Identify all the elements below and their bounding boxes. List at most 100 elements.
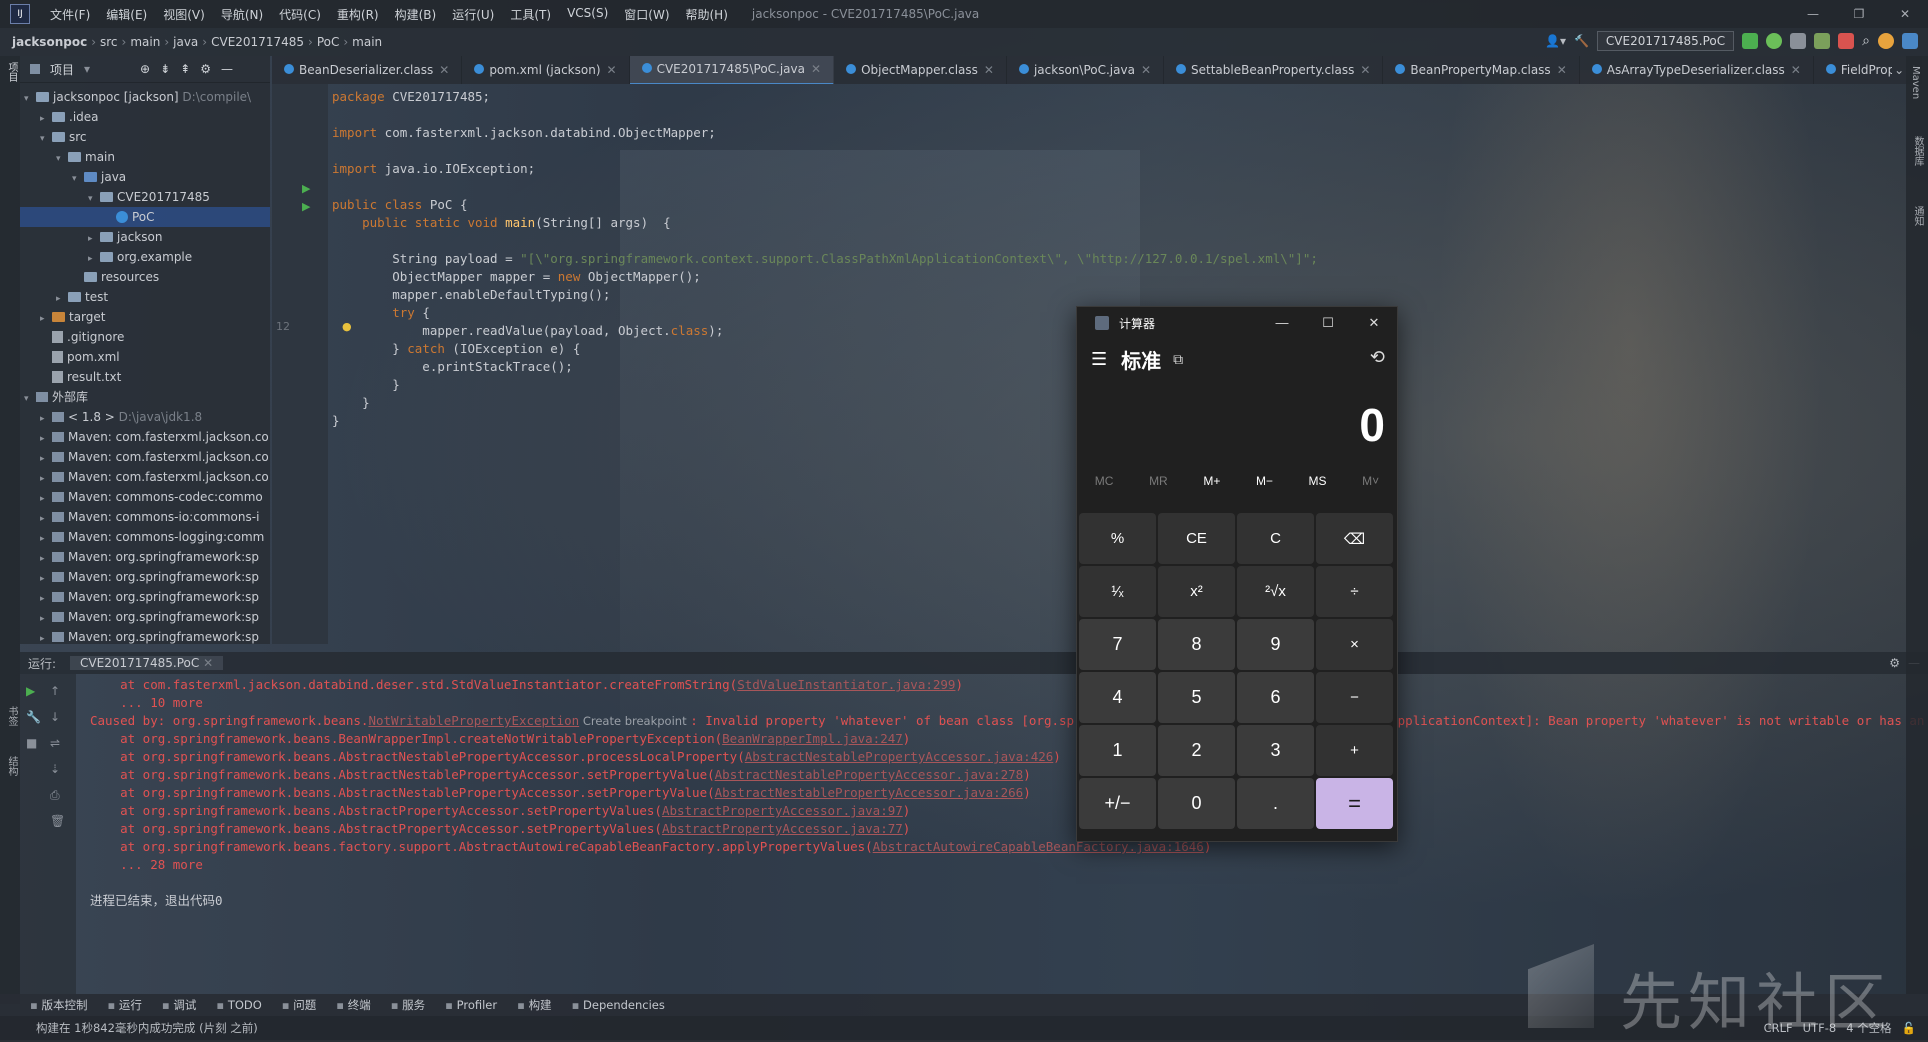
subtract-key[interactable]: − — [1316, 672, 1393, 723]
stop-icon[interactable] — [1838, 33, 1855, 49]
run-icon[interactable] — [1742, 33, 1759, 49]
maven-tool-label[interactable]: Maven — [1910, 66, 1921, 99]
tree-item[interactable]: pom.xml — [20, 347, 270, 367]
down-arrow-icon[interactable]: ↓ — [50, 710, 60, 724]
menu-item[interactable]: 窗口(W) — [616, 6, 677, 23]
digit-5-key[interactable]: 5 — [1158, 672, 1235, 723]
editor-tab[interactable]: pom.xml (jackson) ✕ — [462, 56, 630, 84]
keep-on-top-icon[interactable]: ⧉ — [1173, 351, 1183, 368]
tree-item[interactable]: PoC — [20, 207, 270, 227]
clear-entry-key[interactable]: CE — [1158, 513, 1235, 564]
tool-window-build[interactable]: ▪ 构建 — [507, 997, 561, 1013]
status-message[interactable]: 构建在 1秒842毫秒内成功完成 (片刻 之前) — [0, 1020, 258, 1036]
close-icon[interactable]: ✕ — [1360, 63, 1370, 77]
bookmarks-tool-label[interactable]: 书签 — [4, 706, 19, 726]
tool-window-problems[interactable]: ▪ 问题 — [272, 997, 326, 1013]
digit-2-key[interactable]: 2 — [1158, 725, 1235, 776]
close-icon[interactable]: ✕ — [1791, 63, 1801, 77]
stack-trace-link[interactable]: AbstractNestablePropertyAccessor.java:42… — [745, 749, 1054, 764]
print-icon[interactable]: ⎙ — [50, 788, 60, 803]
tree-item[interactable]: ▾ CVE201717485 — [20, 187, 270, 207]
locate-icon[interactable]: ⊕ — [140, 62, 150, 76]
tree-item[interactable]: ▸ Maven: org.springframework:sp — [20, 627, 270, 644]
close-icon[interactable]: ✕ — [203, 656, 213, 670]
editor-tab[interactable]: BeanDeserializer.class ✕ — [272, 56, 463, 84]
tree-item[interactable]: ▸ Maven: org.springframework:sp — [20, 587, 270, 607]
menu-item[interactable]: 代码(C) — [271, 6, 329, 23]
expand-arrow-icon[interactable]: ▾ — [72, 169, 84, 187]
chevron-down-icon[interactable]: ▾ — [84, 62, 90, 76]
expand-all-icon[interactable]: ⇞ — [180, 62, 190, 76]
tool-window-debug[interactable]: ▪ 调试 — [152, 997, 206, 1013]
expand-arrow-icon[interactable]: ▸ — [40, 569, 52, 587]
debug-icon[interactable] — [1766, 33, 1783, 49]
expand-arrow-icon[interactable]: ▸ — [40, 549, 52, 567]
multiply-key[interactable]: × — [1316, 619, 1393, 670]
breadcrumb-item[interactable]: src — [96, 35, 122, 49]
run-main-icon[interactable]: ▶ — [302, 200, 310, 213]
editor-tab[interactable]: jackson\PoC.java ✕ — [1007, 56, 1164, 84]
tree-item[interactable]: .gitignore — [20, 327, 270, 347]
tree-item[interactable]: ▸ .idea — [20, 107, 270, 127]
tree-item[interactable]: ▸ jackson — [20, 227, 270, 247]
search-icon[interactable]: ⌕ — [1862, 33, 1870, 49]
tree-item[interactable]: ▾ main — [20, 147, 270, 167]
breadcrumb-item[interactable]: CVE201717485 — [207, 35, 308, 49]
close-icon[interactable]: ✕ — [984, 63, 994, 77]
create-breakpoint-link[interactable]: Create breakpoint — [579, 714, 690, 728]
tree-item[interactable]: resources — [20, 267, 270, 287]
expand-arrow-icon[interactable]: ▾ — [40, 129, 52, 147]
expand-arrow-icon[interactable]: ▸ — [40, 509, 52, 527]
minimize-button[interactable]: — — [1790, 0, 1836, 28]
memory-button-3[interactable]: M− — [1256, 474, 1273, 488]
run-console-output[interactable]: at com.fasterxml.jackson.databind.deser.… — [76, 674, 1928, 994]
tree-item[interactable]: ▸ Maven: org.springframework:sp — [20, 547, 270, 567]
negate-key[interactable]: +/− — [1079, 778, 1156, 829]
run-tab[interactable]: CVE201717485.PoC ✕ — [70, 656, 224, 670]
expand-arrow-icon[interactable]: ▾ — [24, 389, 36, 407]
menu-item[interactable]: 重构(R) — [329, 6, 387, 23]
calculator-minimize-button[interactable]: — — [1259, 307, 1305, 339]
tree-item[interactable]: ▸ target — [20, 307, 270, 327]
tool-window-vcs[interactable]: ▪ 版本控制 — [0, 997, 97, 1013]
tree-item[interactable]: ▸ Maven: com.fasterxml.jackson.co — [20, 427, 270, 447]
rerun-icon[interactable]: ▶ — [26, 684, 35, 698]
menu-item[interactable]: 帮助(H) — [678, 6, 736, 23]
menu-item[interactable]: 文件(F) — [42, 6, 98, 23]
update-icon[interactable] — [1878, 33, 1894, 49]
memory-button-4[interactable]: MS — [1309, 474, 1327, 488]
gear-icon[interactable]: ⚙ — [200, 62, 211, 76]
expand-arrow-icon[interactable]: ▸ — [40, 429, 52, 447]
tree-item[interactable]: ▸ Maven: commons-codec:commo — [20, 487, 270, 507]
expand-arrow-icon[interactable]: ▸ — [40, 589, 52, 607]
editor-tab[interactable]: BeanPropertyMap.class ✕ — [1383, 56, 1580, 84]
tree-item[interactable]: ▸ < 1.8 > D:\java\jdk1.8 — [20, 407, 270, 427]
tree-item[interactable]: ▸ test — [20, 287, 270, 307]
database-tool-label[interactable]: 数据库 — [1910, 136, 1925, 166]
digit-1-key[interactable]: 1 — [1079, 725, 1156, 776]
expand-arrow-icon[interactable]: ▾ — [88, 189, 100, 207]
breadcrumb-item[interactable]: main — [126, 35, 164, 49]
digit-7-key[interactable]: 7 — [1079, 619, 1156, 670]
tree-item[interactable]: ▾ java — [20, 167, 270, 187]
run-configuration-select[interactable]: CVE201717485.PoC — [1596, 31, 1735, 51]
expand-arrow-icon[interactable]: ▸ — [40, 469, 52, 487]
close-icon[interactable]: ✕ — [1141, 63, 1151, 77]
editor-tab[interactable]: SettableBeanProperty.class ✕ — [1164, 56, 1384, 84]
breadcrumb-item[interactable]: PoC — [313, 35, 344, 49]
menu-item[interactable]: 编辑(E) — [98, 6, 155, 23]
expand-arrow-icon[interactable]: ▸ — [40, 449, 52, 467]
percent-key[interactable]: % — [1079, 513, 1156, 564]
digit-0-key[interactable]: 0 — [1158, 778, 1235, 829]
scroll-to-end-icon[interactable]: ⇣ — [50, 762, 60, 776]
tree-item[interactable]: ▾ 外部库 — [20, 387, 270, 407]
close-button[interactable]: ✕ — [1882, 0, 1928, 28]
intellij-logo-icon[interactable]: IJ — [10, 4, 30, 24]
run-class-icon[interactable]: ▶ — [302, 182, 310, 195]
collapse-all-icon[interactable]: ⇟ — [160, 62, 170, 76]
tool-window-terminal[interactable]: ▪ 终端 — [326, 997, 380, 1013]
memory-button-0[interactable]: MC — [1095, 474, 1114, 488]
tree-item[interactable]: ▸ Maven: org.springframework:sp — [20, 607, 270, 627]
build-hammer-icon[interactable]: 🔨 — [1574, 34, 1589, 48]
tool-window-services[interactable]: ▪ 服务 — [381, 997, 435, 1013]
